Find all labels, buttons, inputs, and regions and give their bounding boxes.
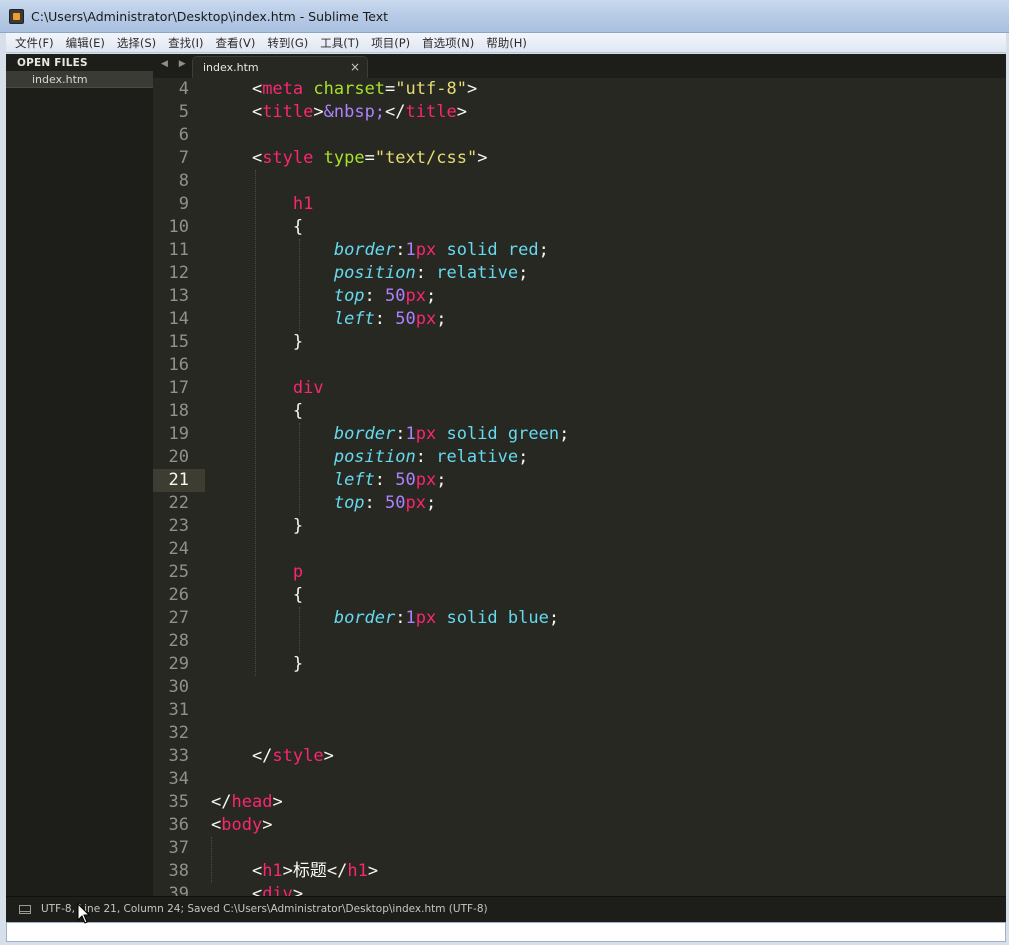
tab-nav-arrows-icon[interactable]: ◀ ▶ [161, 59, 190, 69]
menu-bar: 文件(F) 编辑(E) 选择(S) 查找(I) 查看(V) 转到(G) 工具(T… [6, 33, 1006, 53]
line-number: 28 [168, 631, 189, 651]
code-line-17: div [292, 378, 324, 398]
menu-find[interactable]: 查找(I) [163, 35, 210, 51]
code-area: <meta charset="utf-8"> <title>&nbsp;</ti… [211, 78, 1006, 896]
line-number: 9 [178, 194, 189, 214]
line-number: 15 [168, 332, 189, 352]
line-number: 12 [168, 263, 189, 283]
line-number: 17 [168, 378, 189, 398]
code-line-9: h1 [292, 194, 314, 214]
line-number: 7 [178, 148, 189, 168]
line-number: 22 [168, 493, 189, 513]
line-number: 39 [168, 884, 189, 896]
code-line-13: top: 50px; [333, 286, 437, 306]
line-number: 31 [168, 700, 189, 720]
sidebar: OPEN FILES index.htm [6, 54, 153, 896]
code-line-12: position: relative; [333, 263, 529, 283]
open-files-header: OPEN FILES [17, 57, 88, 69]
line-number: 18 [168, 401, 189, 421]
menu-tools[interactable]: 工具(T) [315, 35, 366, 51]
line-number: 26 [168, 585, 189, 605]
menu-file[interactable]: 文件(F) [10, 35, 61, 51]
line-number: 24 [168, 539, 189, 559]
menu-view[interactable]: 查看(V) [211, 35, 263, 51]
sidebar-file-index[interactable]: index.htm [6, 71, 153, 88]
line-number: 27 [168, 608, 189, 628]
code-line-22: top: 50px; [333, 493, 437, 513]
line-gutter: 4 5 6 7 8 9 10 11 12 13 14 15 16 17 18 19 20 21 22 23 24 25 26… [153, 78, 205, 896]
line-number: 5 [178, 102, 189, 122]
line-number: 33 [168, 746, 189, 766]
tab-close-icon[interactable]: × [350, 60, 360, 74]
code-line-18: { [211, 401, 304, 421]
code-line-27: border:1px solid blue; [333, 608, 560, 628]
code-line-4: <meta charset="utf-8"> [211, 79, 478, 99]
window-bottom-frame [6, 922, 1006, 942]
code-line-29: } [211, 654, 304, 674]
code-line-10: { [211, 217, 304, 237]
menu-preferences[interactable]: 首选项(N) [417, 35, 481, 51]
code-line-26: { [211, 585, 304, 605]
code-line-7: <style type="text/css"> [211, 148, 488, 168]
code-line-39: <div> [211, 884, 304, 896]
line-number: 20 [168, 447, 189, 467]
line-number: 30 [168, 677, 189, 697]
line-number: 8 [178, 171, 189, 191]
tab-label: index.htm [203, 61, 259, 74]
mouse-cursor-icon [77, 903, 91, 924]
code-line-14: left: 50px; [333, 309, 447, 329]
line-number: 10 [168, 217, 189, 237]
code-line-33: </style> [211, 746, 334, 766]
menu-project[interactable]: 项目(P) [366, 35, 417, 51]
code-line-23: } [211, 516, 304, 536]
menu-selection[interactable]: 选择(S) [112, 35, 163, 51]
code-line-19: border:1px solid green; [333, 424, 570, 444]
menu-help[interactable]: 帮助(H) [481, 35, 534, 51]
code-line-25: p [292, 562, 304, 582]
menu-goto[interactable]: 转到(G) [262, 35, 315, 51]
code-line-11: border:1px solid red; [333, 240, 549, 260]
window-title: C:\Users\Administrator\Desktop\index.htm… [31, 9, 389, 24]
editor-window: OPEN FILES index.htm ◀ ▶ index.htm × 4 5 6… [6, 54, 1006, 922]
status-text: UTF-8, Line 21, Column 24; Saved C:\User… [41, 903, 488, 915]
status-bar: UTF-8, Line 21, Column 24; Saved C:\User… [6, 896, 1006, 922]
code-line-35: </head> [211, 792, 283, 812]
line-number: 34 [168, 769, 189, 789]
line-number: 29 [168, 654, 189, 674]
line-number: 14 [168, 309, 189, 329]
panel-toggle-icon[interactable] [19, 905, 31, 914]
line-number: 25 [168, 562, 189, 582]
line-number: 19 [168, 424, 189, 444]
line-number: 23 [168, 516, 189, 536]
code-line-21: left: 50px; [333, 470, 447, 490]
line-number: 4 [178, 79, 189, 99]
line-number: 11 [168, 240, 189, 260]
tab-index-htm[interactable]: index.htm × [192, 56, 368, 78]
code-line-20: position: relative; [333, 447, 529, 467]
line-number: 38 [168, 861, 189, 881]
line-number: 13 [168, 286, 189, 306]
line-number: 16 [168, 355, 189, 375]
window-title-bar: C:\Users\Administrator\Desktop\index.htm… [0, 0, 1009, 33]
line-number: 6 [178, 125, 189, 145]
line-number: 32 [168, 723, 189, 743]
line-number: 36 [168, 815, 189, 835]
line-number: 35 [168, 792, 189, 812]
sublime-text-app-icon [9, 9, 24, 24]
line-number: 21 [168, 470, 189, 490]
tab-bar: ◀ ▶ index.htm × [153, 54, 1006, 78]
code-editor[interactable]: 4 5 6 7 8 9 10 11 12 13 14 15 16 17 18 19 20 21 22 23 24 25 26… [153, 78, 1006, 896]
code-line-38: <h1>标题</h1> [211, 861, 379, 881]
line-number: 37 [168, 838, 189, 858]
code-line-5: <title>&nbsp;</title> [211, 102, 467, 122]
code-line-36: <body> [211, 815, 273, 835]
code-line-15: } [211, 332, 304, 352]
menu-edit[interactable]: 编辑(E) [61, 35, 112, 51]
